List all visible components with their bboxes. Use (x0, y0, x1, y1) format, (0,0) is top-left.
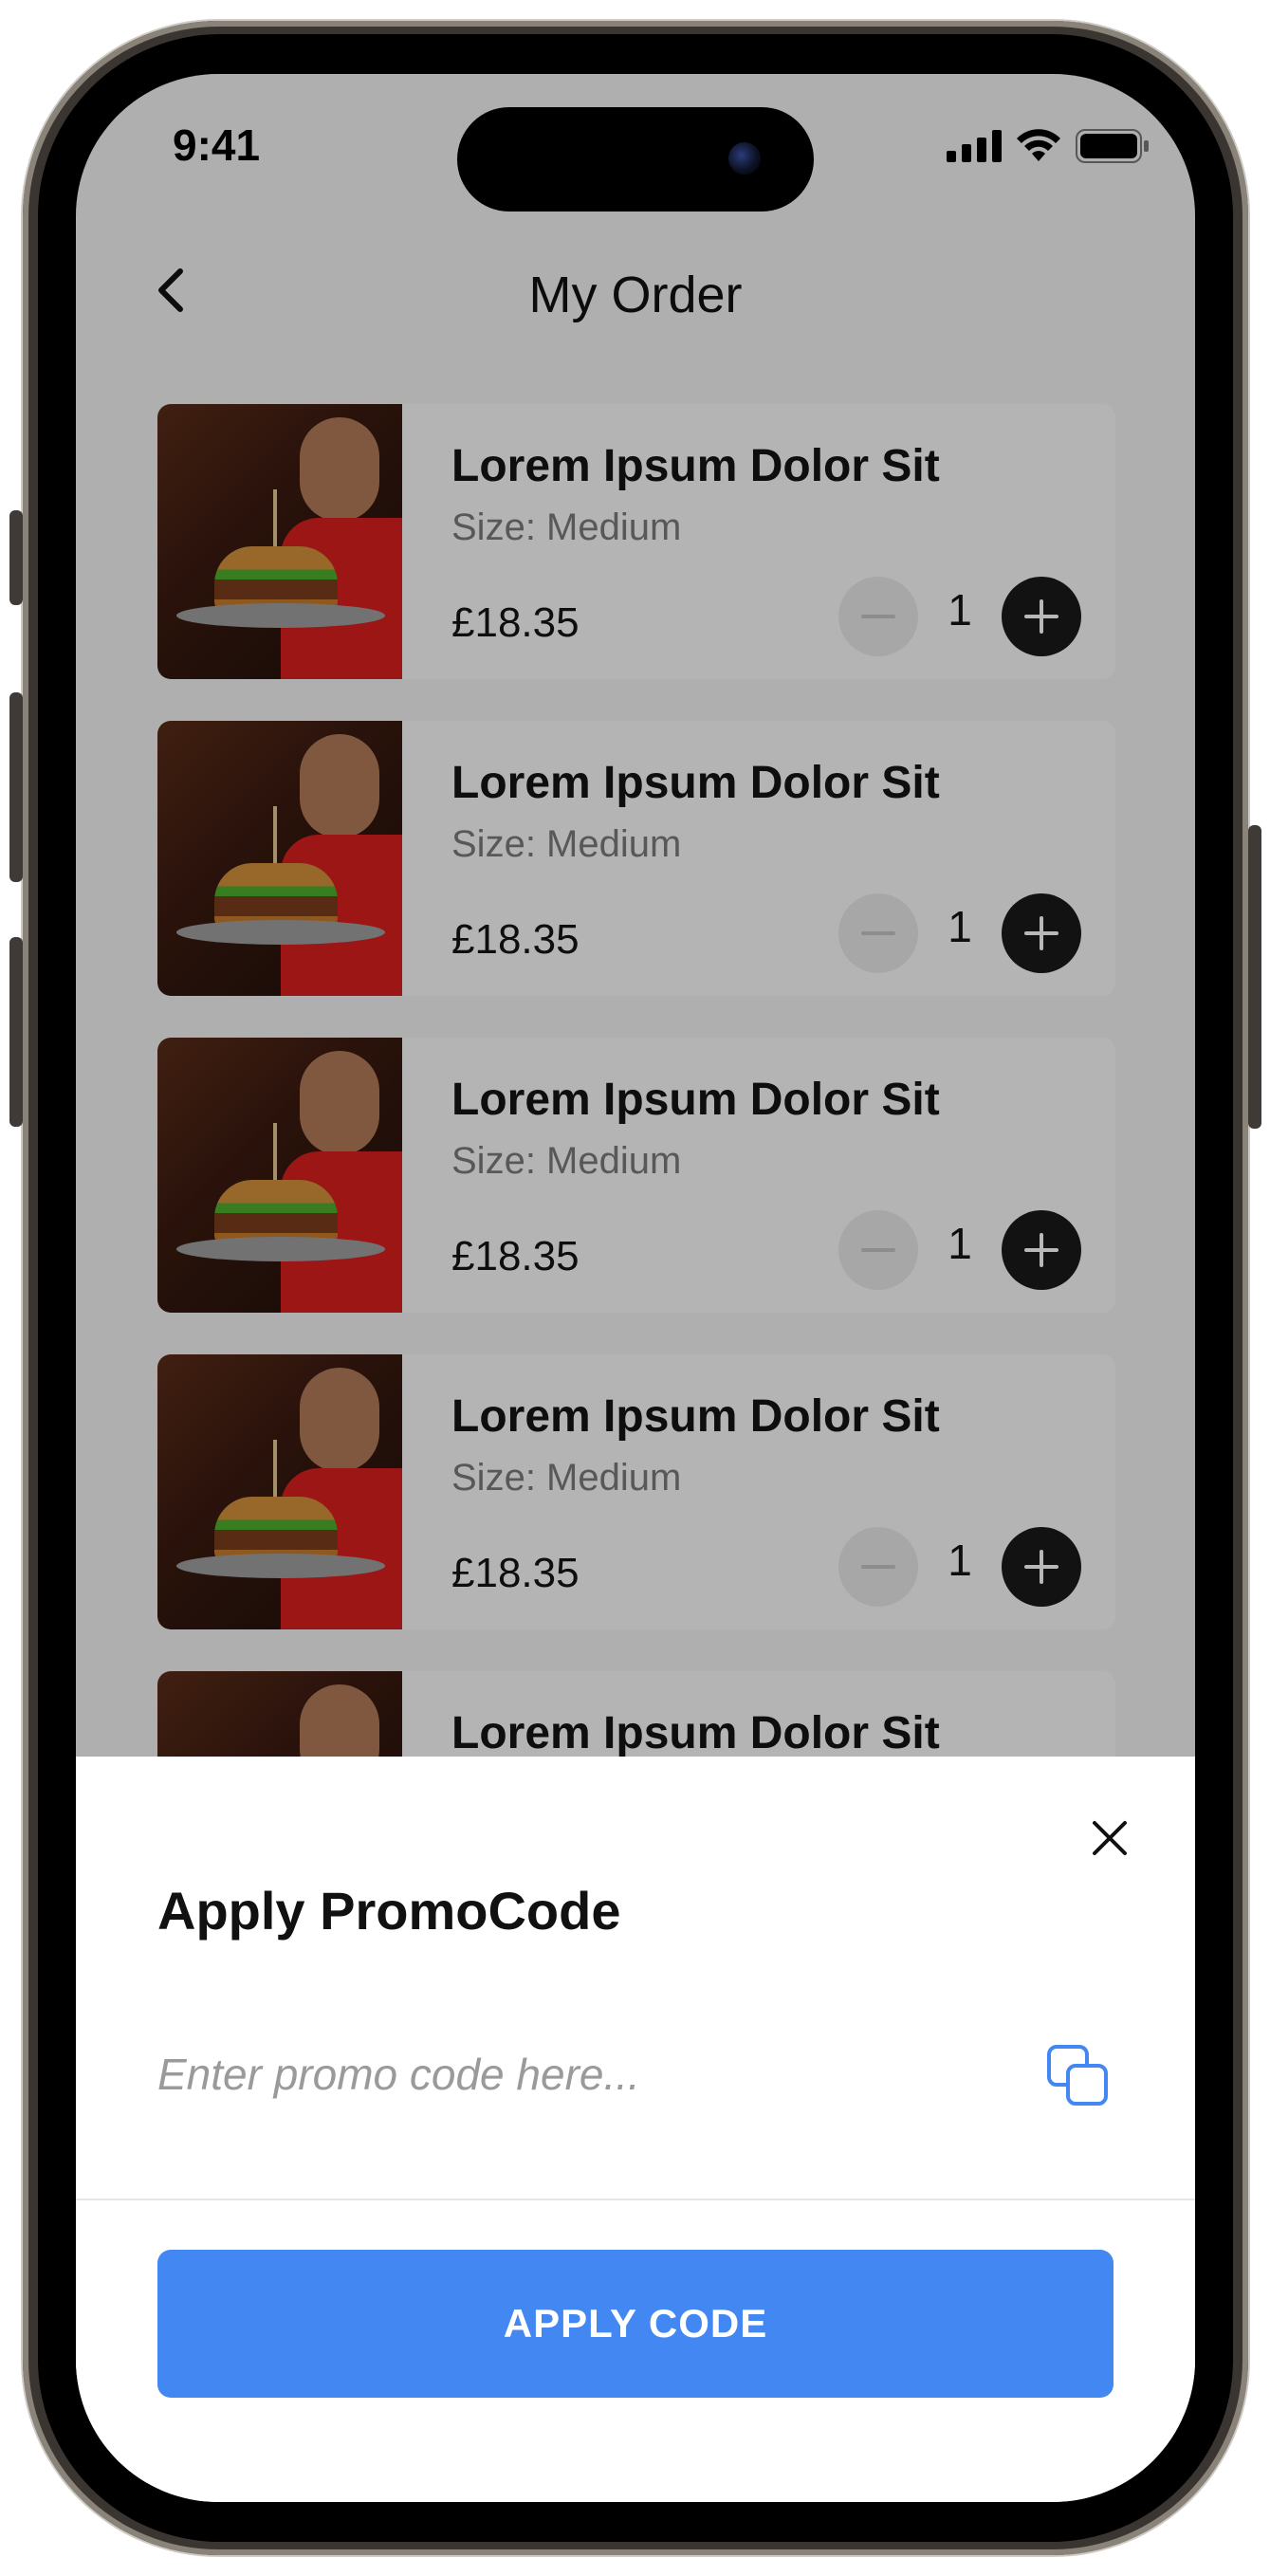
battery-icon (1076, 129, 1149, 163)
wifi-icon (1017, 129, 1060, 161)
status-time: 9:41 (173, 120, 261, 170)
camera-icon (728, 142, 761, 175)
promo-code-input[interactable] (157, 2041, 935, 2107)
sheet-title: Apply PromoCode (157, 1881, 621, 1941)
volume-down-button (9, 937, 23, 1127)
copy-icon[interactable] (1045, 2043, 1112, 2109)
mute-switch (9, 510, 23, 605)
power-button (1248, 825, 1261, 1129)
signal-icon (947, 130, 1002, 162)
status-icons (947, 129, 1150, 163)
promo-bottom-sheet: Apply PromoCode APPLY CODE (76, 1757, 1195, 2502)
screen: 9:41 My Order Lorem Ipsum Dolor Sit Size… (76, 74, 1195, 2502)
dynamic-island (457, 107, 814, 212)
divider (76, 2199, 1195, 2200)
close-icon[interactable] (1089, 1817, 1131, 1859)
dim-overlay[interactable] (76, 74, 1195, 1757)
volume-up-button (9, 692, 23, 882)
apply-code-button[interactable]: APPLY CODE (157, 2250, 1114, 2398)
